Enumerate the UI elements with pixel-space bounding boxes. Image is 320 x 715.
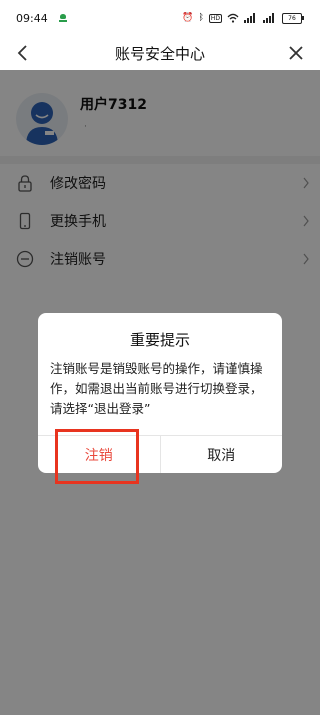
- signal-icon: [244, 13, 255, 23]
- status-time: 09:44: [16, 11, 48, 25]
- alarm-icon: ⏰: [182, 13, 194, 23]
- dialog-title: 重要提示: [129, 331, 190, 349]
- wifi-icon: [227, 13, 239, 23]
- cancel-button[interactable]: 取消: [161, 436, 283, 473]
- bluetooth-icon: ᛒ: [198, 13, 204, 23]
- page-title: 账号安全中心: [114, 44, 205, 63]
- app-notification-icon: [58, 13, 68, 23]
- hd-badge: HD: [208, 13, 222, 23]
- status-bar: 09:44 ⏰ ᛒ HD 76: [0, 0, 320, 36]
- signal-icon-2: [263, 13, 274, 23]
- status-left: 09:44: [16, 12, 68, 25]
- nav-bar: 账号安全中心: [0, 36, 320, 70]
- status-right: ⏰ ᛒ HD 76: [182, 12, 304, 24]
- close-icon[interactable]: [284, 39, 308, 67]
- battery-icon: 76: [282, 12, 304, 24]
- highlight-annotation-box: [55, 429, 139, 484]
- dialog-message: 注销账号是销毁账号的操作，请谨慎操作，如需退出当前账号进行切换登录，请选择“退出…: [50, 361, 263, 416]
- back-icon[interactable]: [12, 39, 36, 67]
